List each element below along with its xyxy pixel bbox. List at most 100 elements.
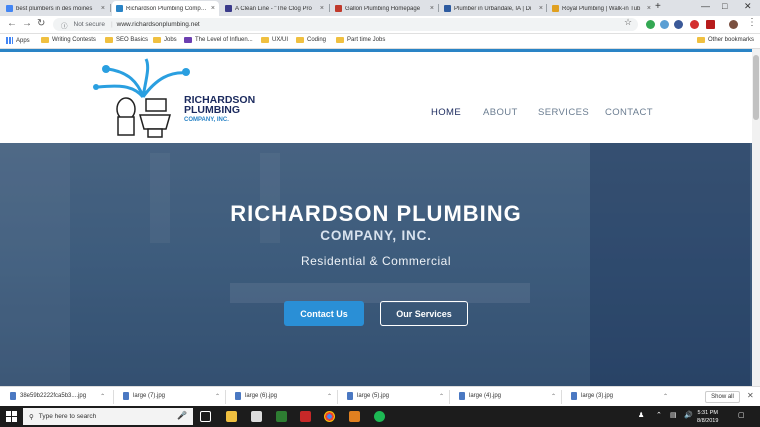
taskbar-search-input[interactable]: ⚲ Type here to search 🎤 (23, 408, 193, 425)
close-tab-icon[interactable]: × (101, 5, 105, 12)
logo-wordmark[interactable]: RICHARDSON PLUMBING COMPANY, INC. (184, 95, 255, 125)
bookmark-folder[interactable]: SEO Basics (105, 37, 148, 43)
info-icon[interactable]: ⓘ (61, 20, 68, 30)
chevron-up-icon[interactable]: ⌃ (656, 411, 662, 419)
contact-us-button[interactable]: Contact Us (284, 301, 364, 326)
windows-start-icon[interactable] (6, 411, 17, 422)
nav-about[interactable]: ABOUT (483, 107, 518, 118)
bookmark-link[interactable]: The Level of Influen... (184, 37, 253, 43)
download-item[interactable]: large (4).jpg ⌃ (459, 392, 556, 400)
menu-kebab-icon[interactable]: ⋮ (747, 17, 757, 28)
browser-tab[interactable]: best plumbers in des moines × (2, 1, 109, 16)
mail-icon[interactable] (251, 411, 262, 422)
show-all-downloads-button[interactable]: Show all (705, 391, 740, 403)
bookmark-label: Apps (16, 37, 30, 44)
media-app-icon[interactable] (300, 411, 311, 422)
acrobat-extension-icon[interactable] (706, 20, 715, 29)
download-item[interactable]: large (7).jpg ⌃ (123, 392, 220, 400)
download-item[interactable]: large (5).jpg ⌃ (347, 392, 444, 400)
taskbar-clock[interactable]: 5:31 PM 8/8/2019 (697, 409, 718, 425)
reload-icon[interactable]: ↻ (37, 18, 45, 29)
browser-tab-strip: best plumbers in des moines × Richardson… (0, 0, 760, 16)
new-tab-button[interactable]: + (655, 1, 661, 12)
close-tab-icon[interactable]: × (430, 5, 434, 12)
site-favicon-icon (225, 5, 232, 12)
star-icon[interactable]: ☆ (624, 17, 632, 28)
chevron-up-icon[interactable]: ⌃ (327, 393, 332, 400)
our-services-button[interactable]: Our Services (380, 301, 468, 326)
chevron-up-icon[interactable]: ⌃ (663, 393, 668, 400)
bookmark-label: Jobs (164, 37, 177, 43)
minimize-icon[interactable]: — (701, 1, 710, 11)
bookmark-label: SEO Basics (116, 37, 149, 43)
close-tab-icon[interactable]: × (647, 5, 651, 12)
nav-services[interactable]: SERVICES (538, 107, 589, 118)
bookmark-label: The Level of Influen... (195, 37, 253, 43)
clock-date: 8/8/2019 (697, 418, 719, 424)
browser-tab[interactable]: Gallon Plumbing Homepage × (331, 1, 438, 16)
other-bookmarks-folder[interactable]: Other bookmarks (697, 37, 754, 43)
tab-divider (546, 4, 547, 12)
nav-contact[interactable]: CONTACT (605, 107, 653, 118)
search-placeholder: Type here to search (38, 413, 97, 420)
site-favicon-icon (335, 5, 342, 12)
download-item[interactable]: large (3).jpg ⌃ (571, 392, 668, 400)
bookmark-folder[interactable]: Writing Contests (41, 37, 96, 43)
download-item[interactable]: 38e59b2222fca5b3....jpg ⌃ (10, 392, 105, 400)
folder-icon (41, 37, 49, 43)
spotify-icon[interactable] (374, 411, 385, 422)
tab-divider (110, 4, 111, 12)
file-explorer-icon[interactable] (226, 411, 237, 422)
windows-taskbar: ⚲ Type here to search 🎤 ♟ ⌃ ▤ 🔊 5:31 PM … (0, 406, 760, 427)
task-view-icon[interactable] (200, 411, 211, 422)
browser-tab-active[interactable]: Richardson Plumbing Company × (112, 1, 219, 16)
scrollbar-thumb[interactable] (753, 55, 759, 120)
browser-tab[interactable]: Royal Plumbing | Walk-in Tub × (548, 1, 655, 16)
bookmark-folder[interactable]: Coding (296, 37, 326, 43)
browser-tab[interactable]: A Clean Line - "The Clog Pro × (221, 1, 328, 16)
chrome-icon[interactable] (324, 411, 335, 422)
close-tab-icon[interactable]: × (211, 5, 215, 12)
bookmark-apps[interactable]: Apps (6, 37, 30, 44)
folder-icon (153, 37, 161, 43)
store-icon[interactable] (276, 411, 287, 422)
bookmark-folder[interactable]: Jobs (153, 37, 177, 43)
close-tab-icon[interactable]: × (539, 5, 543, 12)
people-icon[interactable]: ♟ (638, 411, 644, 419)
app-icon[interactable] (349, 411, 360, 422)
close-download-bar-icon[interactable]: ✕ (747, 391, 754, 400)
download-filename: large (4).jpg (469, 393, 502, 399)
chevron-up-icon[interactable]: ⌃ (100, 393, 105, 400)
back-icon[interactable]: ← (7, 18, 17, 29)
chevron-up-icon[interactable]: ⌃ (215, 393, 220, 400)
hero-title: RICHARDSON PLUMBING (230, 201, 522, 226)
browser-tab[interactable]: Plumber in Urbandale, IA | Di × (440, 1, 547, 16)
microphone-icon[interactable]: 🎤 (177, 411, 187, 420)
chevron-up-icon[interactable]: ⌃ (551, 393, 556, 400)
close-tab-icon[interactable]: × (320, 5, 324, 12)
tab-label: A Clean Line - "The Clog Pro (235, 5, 312, 12)
adblock-extension-icon[interactable] (690, 20, 699, 29)
notifications-icon[interactable]: ▢ (738, 411, 745, 419)
bookmark-label: Coding (307, 37, 327, 43)
bookmark-folder[interactable]: UX/UI (261, 37, 288, 43)
network-icon[interactable]: ▤ (670, 411, 677, 419)
logo-line-2: PLUMBING (184, 104, 240, 116)
address-toolbar: ← → ↻ ⓘ Not secure | www.richardsonplumb… (0, 16, 760, 34)
bookmark-folder[interactable]: Part time Jobs (336, 37, 385, 43)
volume-icon[interactable]: 🔊 (684, 411, 693, 419)
close-window-icon[interactable]: ✕ (744, 1, 752, 12)
folder-icon (697, 37, 705, 43)
forward-icon[interactable]: → (22, 18, 32, 29)
download-item[interactable]: large (6).jpg ⌃ (235, 392, 332, 400)
tab-label: best plumbers in des moines (16, 5, 93, 12)
nav-home[interactable]: HOME (431, 107, 461, 118)
extension-icon[interactable] (674, 20, 683, 29)
grammarly-extension-icon[interactable] (646, 20, 655, 29)
tab-divider (329, 4, 330, 12)
profile-avatar[interactable] (729, 20, 738, 29)
chevron-up-icon[interactable]: ⌃ (439, 393, 444, 400)
maximize-icon[interactable]: □ (722, 1, 727, 11)
extension-icon[interactable] (660, 20, 669, 29)
omnibox[interactable]: ⓘ Not secure | www.richardsonplumbing.ne… (53, 18, 638, 31)
